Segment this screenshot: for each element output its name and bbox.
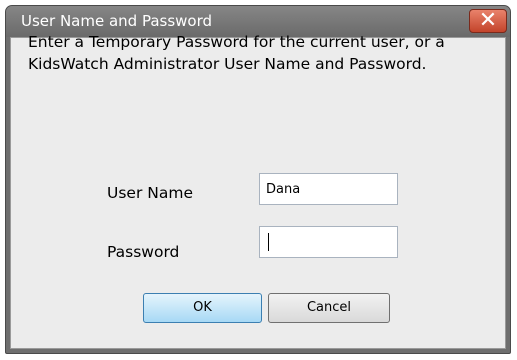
close-button[interactable]: ✕	[469, 9, 507, 33]
ok-button[interactable]: OK	[143, 293, 262, 323]
cancel-button[interactable]: Cancel	[268, 293, 390, 323]
dialog-title: User Name and Password	[21, 12, 213, 30]
instructions-text: Enter a Temporary Password for the curre…	[28, 33, 445, 73]
username-label: User Name	[107, 184, 193, 202]
password-label: Password	[107, 243, 180, 261]
close-icon: ✕	[478, 8, 498, 33]
text-cursor	[268, 233, 269, 251]
password-field[interactable]	[259, 226, 398, 258]
username-field[interactable]	[259, 173, 398, 205]
